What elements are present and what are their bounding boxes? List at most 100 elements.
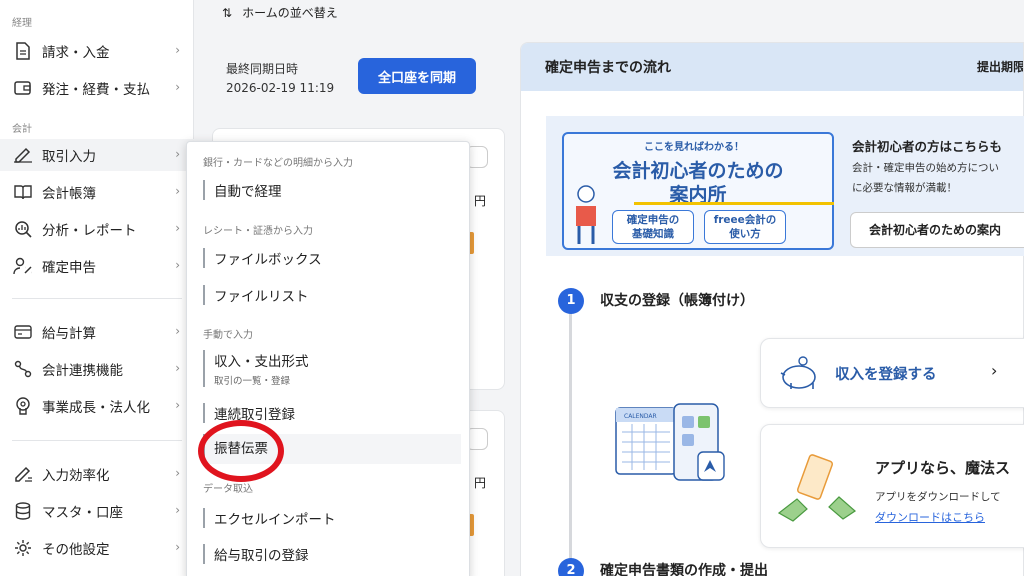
newbie-guide-button[interactable]: 会計初心者のための案内 — [850, 212, 1024, 248]
step-number-1: 1 — [558, 288, 584, 314]
sidebar-item-label: 会計連携機能 — [42, 363, 123, 379]
phone-hands-illustration-icon — [777, 454, 856, 522]
sidebar-item-label: 発注・経費・支払 — [42, 82, 150, 98]
step-connector-line — [569, 312, 572, 562]
section-label-keiri: 経理 — [12, 18, 32, 29]
menu-item-excel-import[interactable]: エクセルインポート — [203, 508, 461, 528]
sidebar-item-payroll[interactable]: 給与計算 › — [0, 316, 194, 348]
menu-item-label: 収入・支出形式 — [214, 354, 309, 370]
menu-section-data-import: データ取込 — [203, 484, 253, 495]
sidebar-item-label: 給与計算 — [42, 326, 96, 342]
yen-label: 円 — [474, 194, 487, 208]
database-icon — [12, 500, 34, 522]
menu-item-filelist[interactable]: ファイルリスト — [203, 285, 461, 305]
step-title-1: 収支の登録（帳簿付け） — [600, 293, 754, 309]
yen-label: 円 — [474, 476, 487, 490]
sidebar-item-master[interactable]: マスタ・口座 › — [0, 495, 194, 527]
chevron-right-icon: › — [175, 466, 180, 480]
menu-item-filebox[interactable]: ファイルボックス — [203, 248, 461, 268]
sort-arrows-icon: ⇅ — [222, 5, 233, 20]
book-icon — [12, 181, 34, 203]
link-icon — [12, 358, 34, 380]
newbie-desc-line1: 会計・確定申告の始め方につい — [852, 162, 999, 174]
person-illustration-icon — [576, 185, 596, 244]
sidebar-item-label: 事業成長・法人化 — [42, 400, 150, 416]
sidebar-item-ledger[interactable]: 会計帳簿 › — [0, 176, 194, 208]
home-sort-button[interactable]: ⇅ ホームの並べ替え — [222, 4, 338, 21]
menu-item-payroll-transaction[interactable]: 給与取引の登録 — [203, 544, 461, 564]
newbie-desc-line2: に必要な情報が満載！ — [852, 182, 957, 194]
sidebar-item-label: 分析・レポート — [42, 223, 137, 239]
sidebar-item-growth[interactable]: 事業成長・法人化 › — [0, 390, 194, 422]
document-icon — [12, 40, 34, 62]
sidebar-item-label: 入力効率化 — [42, 468, 110, 484]
person-tax-icon — [12, 255, 34, 277]
piggy-bank-icon — [780, 356, 816, 389]
growth-icon — [12, 395, 34, 417]
sidebar-item-label: 取引入力 — [42, 149, 96, 165]
sidebar-item-expense[interactable]: 発注・経費・支払 › — [0, 72, 194, 104]
chevron-right-icon: › — [175, 361, 180, 375]
last-sync-label: 最終同期日時 — [226, 62, 299, 76]
chevron-right-icon: › — [175, 43, 180, 57]
register-income-button[interactable]: 収入を登録する › — [760, 338, 1024, 408]
sidebar-item-label: 会計帳簿 — [42, 186, 96, 202]
card-icon — [12, 321, 34, 343]
banner-small-text: ここを見ればわかる！ — [644, 142, 744, 153]
calendar-label: CALENDAR — [624, 413, 657, 420]
chevron-right-icon: › — [175, 221, 180, 235]
sidebar-item-label: 確定申告 — [42, 260, 96, 276]
menu-section-manual: 手動で入力 — [203, 330, 253, 341]
section-label-kaikei: 会計 — [12, 124, 32, 135]
sidebar-divider — [12, 440, 182, 441]
sidebar-item-transaction-entry[interactable]: 取引入力 › — [0, 139, 194, 171]
banner-title-line1: 会計初心者のための — [612, 160, 784, 182]
chevron-right-icon: › — [991, 361, 998, 380]
newbie-title: 会計初心者の方はこちらも — [852, 139, 1003, 154]
app-download-link[interactable]: ダウンロードはこちら — [875, 509, 985, 525]
last-sync-info: 最終同期日時 2026-02-19 11:19 — [226, 60, 334, 98]
gear-icon — [12, 537, 34, 559]
sidebar-item-efficiency[interactable]: 入力効率化 › — [0, 458, 194, 490]
pen-speed-icon — [12, 463, 34, 485]
step-title-2: 確定申告書類の作成・提出 — [600, 563, 768, 576]
banner-tag-howto: freee会計の 使い方 — [704, 210, 786, 244]
calendar-phone-illustration-icon: CALENDAR — [615, 403, 725, 481]
menu-item-sublabel: 取引の一覧・登録 — [214, 376, 291, 387]
chevron-right-icon: › — [175, 503, 180, 517]
app-card-description: アプリをダウンロードして — [875, 491, 1001, 503]
sync-all-button[interactable]: 全口座を同期 — [358, 58, 476, 94]
sidebar-item-label: マスタ・口座 — [42, 505, 123, 521]
chevron-right-icon: › — [175, 184, 180, 198]
step-number-2: 2 — [558, 558, 584, 576]
menu-section-receipt: レシート・証憑から入力 — [203, 226, 313, 237]
menu-item-income-expense[interactable]: 収入・支出形式 取引の一覧・登録 — [203, 350, 461, 387]
sidebar-item-invoice[interactable]: 請求・入金 › — [0, 35, 194, 67]
sidebar: 経理 請求・入金 › 発注・経費・支払 › 会計 取引入力 › 会計帳簿 › 分… — [0, 0, 194, 576]
sidebar-item-analysis[interactable]: 分析・レポート › — [0, 213, 194, 245]
highlight-circle — [198, 420, 284, 482]
chevron-right-icon: › — [175, 80, 180, 94]
sidebar-item-label: 請求・入金 — [42, 45, 110, 61]
sidebar-item-tax-return[interactable]: 確定申告 › — [0, 250, 194, 282]
banner-underline — [634, 202, 834, 205]
menu-item-auto-accounting[interactable]: 自動で経理 — [203, 180, 461, 200]
beginner-guide-banner[interactable]: ここを見ればわかる！ 会計初心者のための 案内所 確定申告の 基礎知識 free… — [562, 132, 834, 250]
chevron-right-icon: › — [175, 147, 180, 161]
tax-flow-content: ここを見ればわかる！ 会計初心者のための 案内所 確定申告の 基礎知識 free… — [520, 42, 1024, 576]
chevron-right-icon: › — [175, 324, 180, 338]
chevron-right-icon: › — [175, 258, 180, 272]
app-download-card[interactable]: アプリなら、魔法ス アプリをダウンロードして ダウンロードはこちら — [760, 424, 1024, 548]
home-sort-label: ホームの並べ替え — [242, 6, 338, 20]
last-sync-time: 2026-02-19 11:19 — [226, 81, 335, 95]
pen-icon — [12, 144, 34, 166]
sidebar-item-settings[interactable]: その他設定 › — [0, 532, 194, 564]
menu-section-bank: 銀行・カードなどの明細から入力 — [203, 158, 353, 169]
sidebar-item-integration[interactable]: 会計連携機能 › — [0, 353, 194, 385]
chart-search-icon — [12, 218, 34, 240]
banner-tag-basics: 確定申告の 基礎知識 — [612, 210, 694, 244]
sidebar-divider — [12, 298, 182, 299]
transaction-entry-menu: 銀行・カードなどの明細から入力 自動で経理 レシート・証憑から入力 ファイルボッ… — [186, 141, 470, 576]
chevron-right-icon: › — [175, 398, 180, 412]
wallet-icon — [12, 77, 34, 99]
